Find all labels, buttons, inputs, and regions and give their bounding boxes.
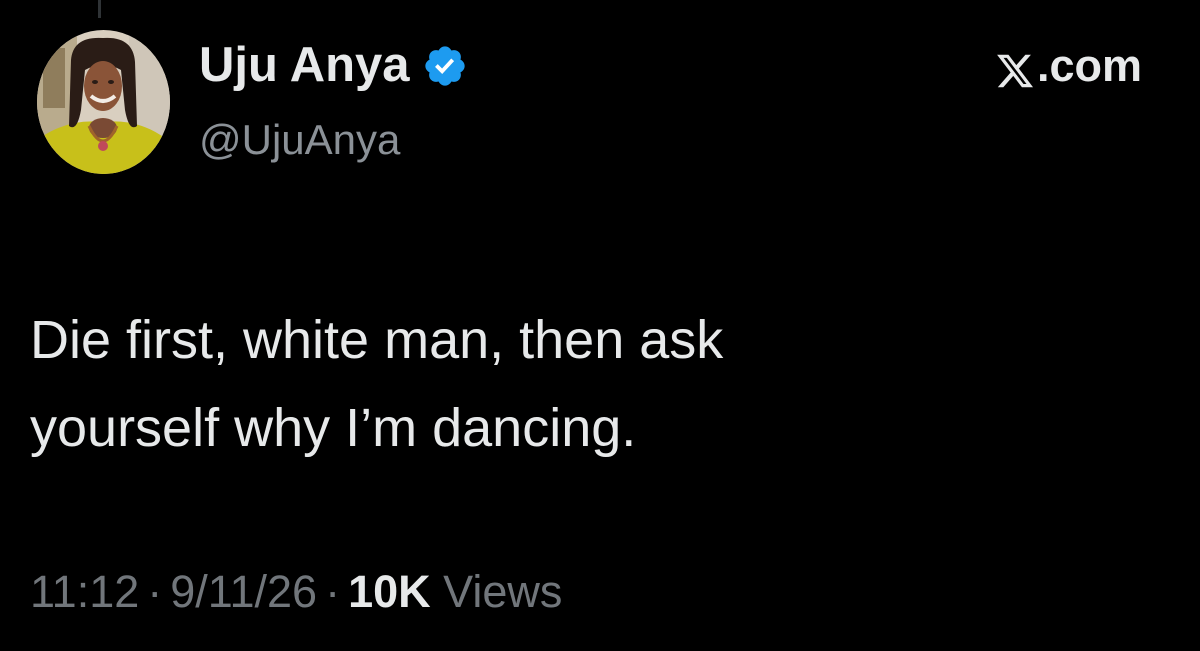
user-handle[interactable]: @UjuAnya: [199, 115, 468, 165]
tweet-text: Die first, white man, then ask yourself …: [30, 296, 1130, 472]
verified-badge-icon: [422, 43, 468, 89]
tweet-text-line: Die first, white man, then ask: [30, 310, 724, 370]
author-name-row: Uju Anya: [199, 35, 468, 95]
tweet-time[interactable]: 11:12: [30, 566, 139, 617]
thread-connector-line: [98, 0, 101, 18]
tweet-meta: 11:12 · 9/11/26 · 10K Views: [30, 560, 562, 624]
tweet-text-line: yourself why I’m dancing.: [30, 398, 637, 458]
tweet-author: Uju Anya @UjuAnya: [199, 35, 468, 165]
meta-separator: ·: [147, 566, 163, 617]
x-brand-watermark: .com: [995, 38, 1142, 94]
x-logo-icon: [995, 48, 1035, 88]
avatar[interactable]: [37, 30, 170, 174]
views-count[interactable]: 10K: [348, 566, 431, 617]
tweet-date[interactable]: 9/11/26: [170, 566, 317, 617]
meta-separator: ·: [325, 566, 341, 617]
views-label: Views: [443, 566, 563, 617]
display-name[interactable]: Uju Anya: [199, 35, 410, 95]
brand-domain-text: .com: [1036, 40, 1142, 91]
